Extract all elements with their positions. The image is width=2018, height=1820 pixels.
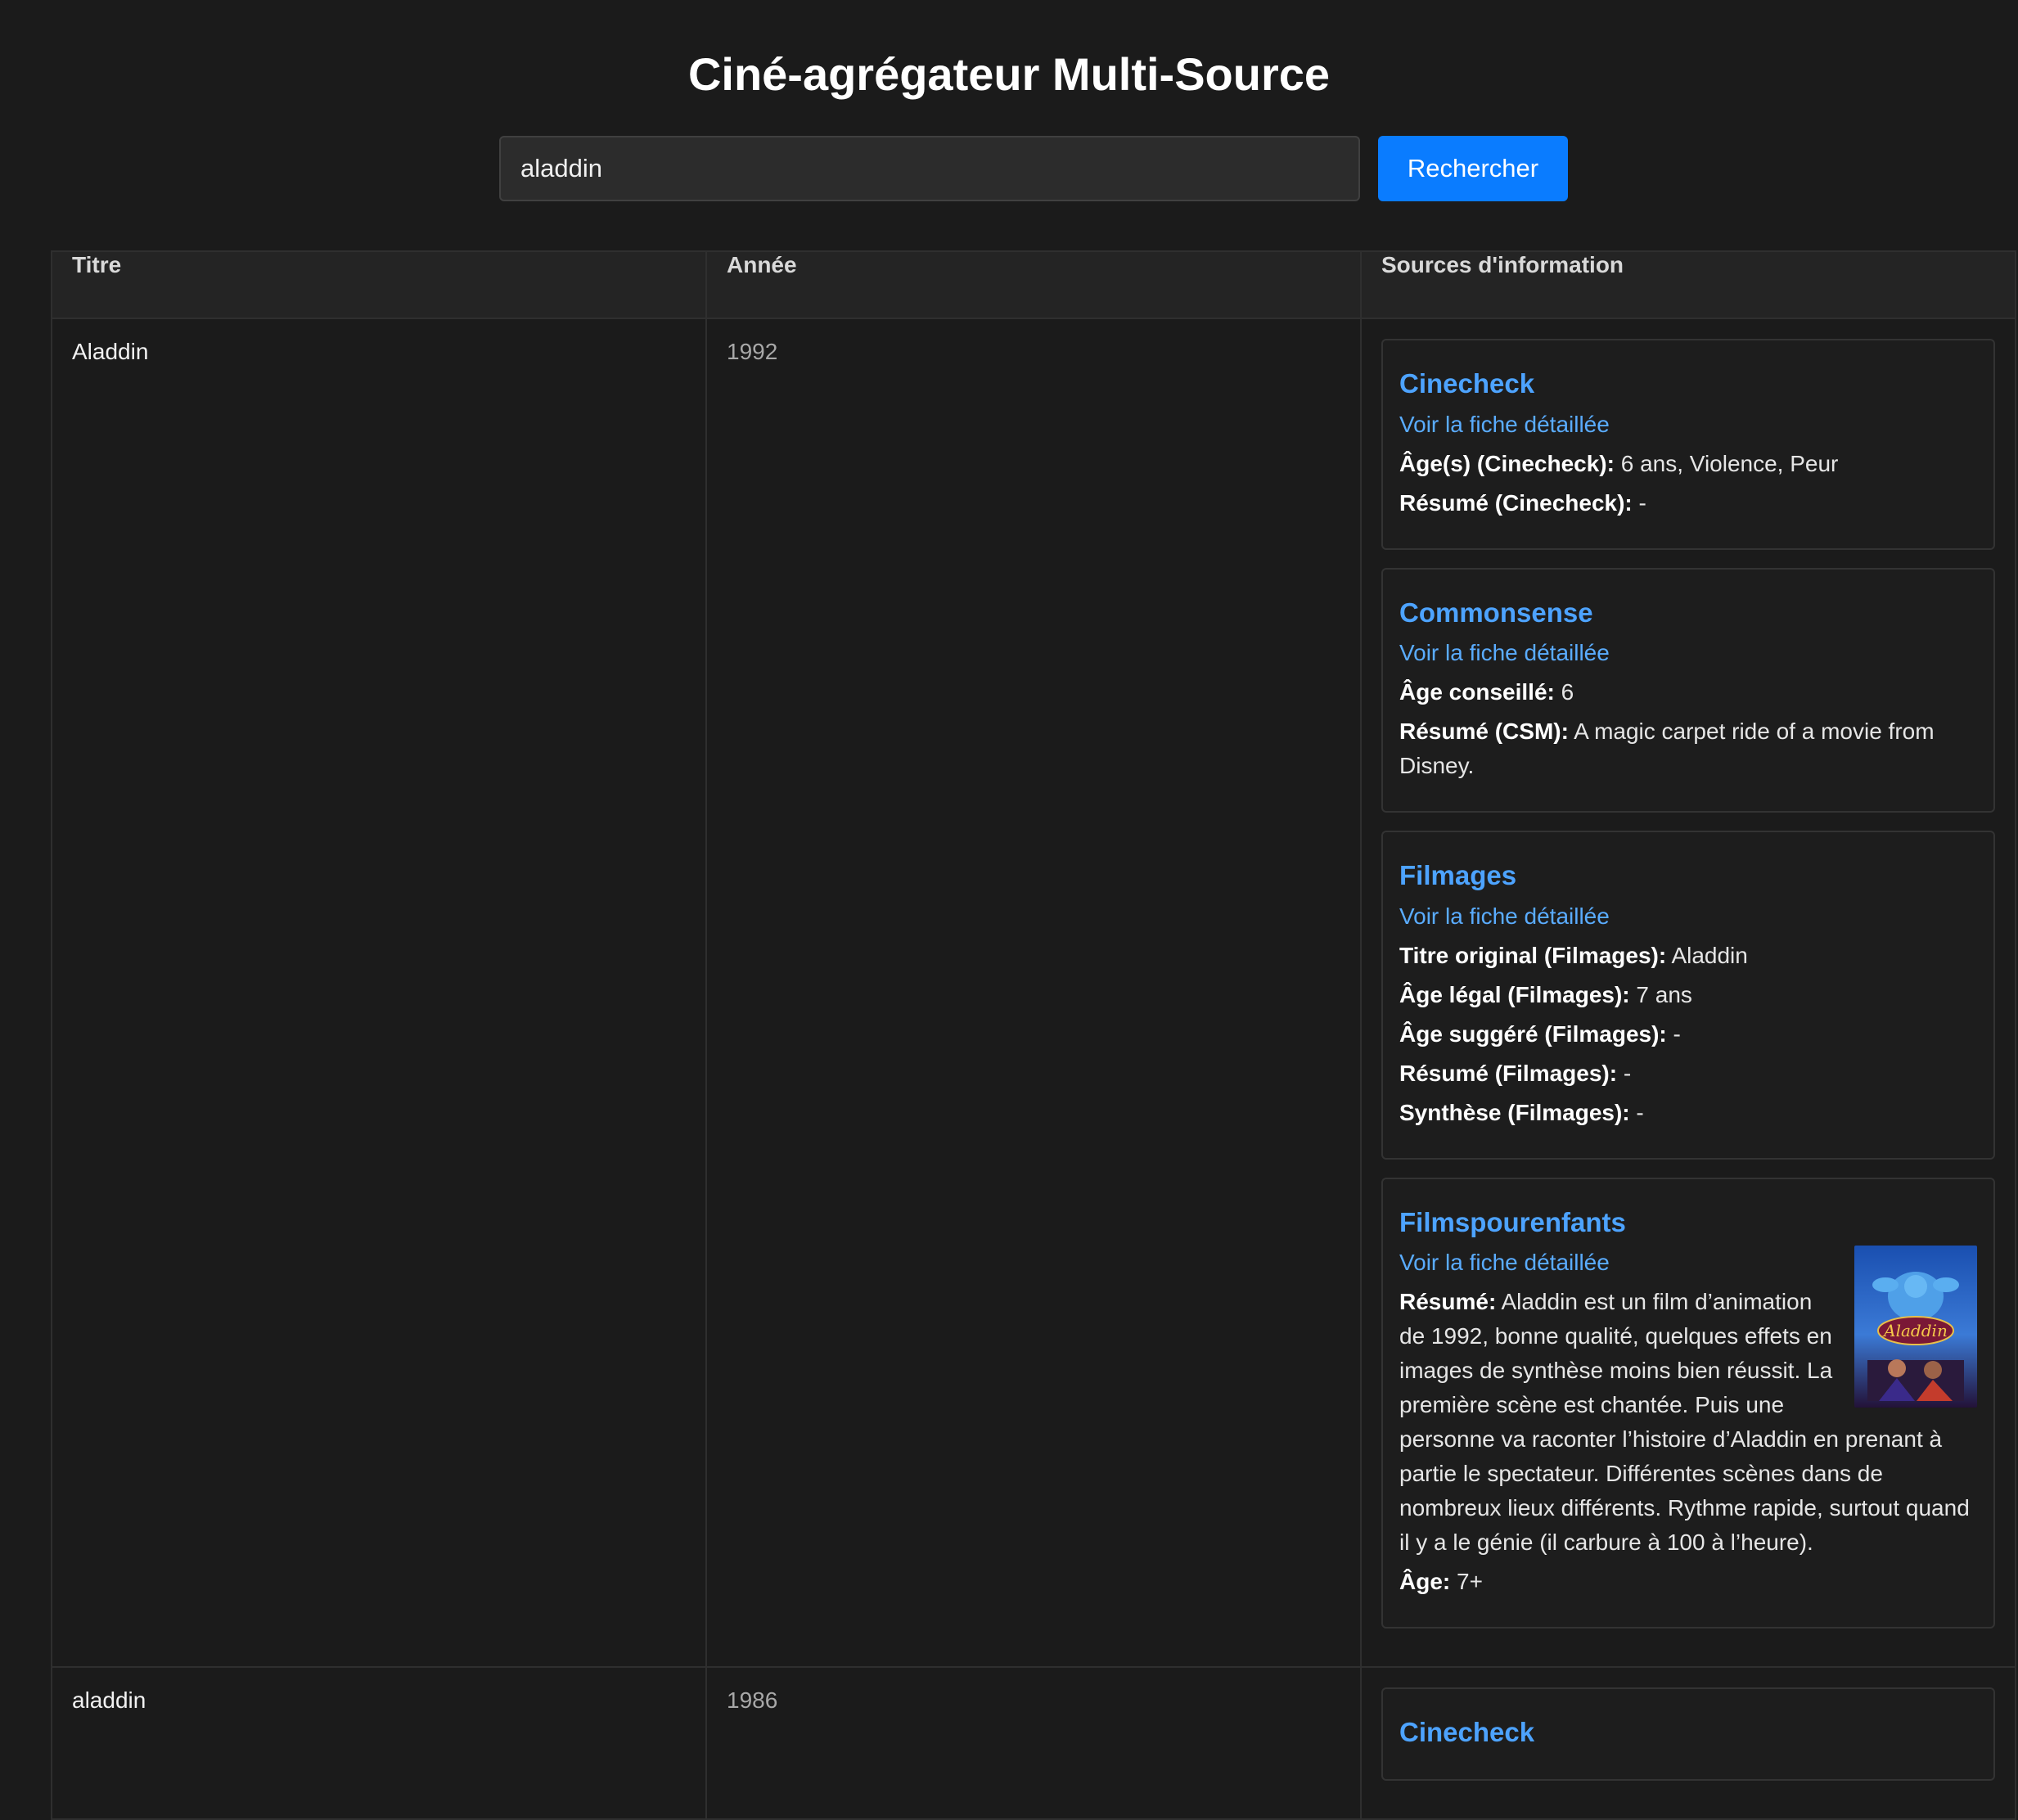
source-card-cinecheck: Cinecheck Voir la fiche détaillée Âge(s)…	[1381, 339, 1995, 550]
suggested-age-row: Âge suggéré (Filmages): -	[1399, 1017, 1977, 1052]
search-input[interactable]	[499, 136, 1360, 201]
table-header-row: Titre Année Sources d'information	[51, 250, 2016, 319]
age-label: Âge(s) (Cinecheck):	[1399, 450, 1615, 476]
header-title: Titre	[51, 250, 707, 319]
detail-link[interactable]: Voir la fiche détaillée	[1399, 636, 1977, 670]
summary-row: Résumé (Cinecheck): -	[1399, 486, 1977, 520]
table-row: aladdin 1986 Cinecheck	[51, 1666, 2016, 1820]
row-sources: Cinecheck Voir la fiche détaillée Âge(s)…	[1360, 318, 2016, 1668]
legal-age-value: 7 ans	[1629, 981, 1692, 1007]
summary-value: -	[1617, 1060, 1632, 1086]
legal-age-row: Âge légal (Filmages): 7 ans	[1399, 978, 1977, 1012]
synthesis-label: Synthèse (Filmages):	[1399, 1099, 1630, 1125]
source-name: Filmspourenfants	[1399, 1206, 1626, 1237]
age-row: Âge: 7+	[1399, 1565, 1977, 1599]
header-year: Année	[705, 250, 1362, 319]
original-title-row: Titre original (Filmages): Aladdin	[1399, 939, 1977, 973]
poster-image: Aladdin	[1854, 1246, 1977, 1408]
detail-link[interactable]: Voir la fiche détaillée	[1399, 408, 1977, 442]
summary-label: Résumé (Cinecheck):	[1399, 489, 1633, 516]
age-row: Âge conseillé: 6	[1399, 675, 1977, 710]
poster-title: Aladdin	[1882, 1321, 1948, 1340]
row-sources: Cinecheck	[1360, 1666, 2016, 1820]
suggested-age-value: -	[1666, 1020, 1681, 1047]
original-title-value: Aladdin	[1666, 942, 1748, 968]
summary-label: Résumé:	[1399, 1289, 1497, 1314]
summary-label: Résumé (CSM):	[1399, 719, 1569, 744]
source-card-filmspourenfants: Filmspourenfants Aladdin Voir la fiche d…	[1381, 1177, 1995, 1629]
suggested-age-label: Âge suggéré (Filmages):	[1399, 1020, 1667, 1047]
age-value: 7+	[1450, 1569, 1483, 1594]
row-title: aladdin	[51, 1666, 707, 1820]
source-card-commonsense: Commonsense Voir la fiche détaillée Âge …	[1381, 567, 1995, 813]
source-card-cinecheck: Cinecheck	[1381, 1687, 1995, 1781]
synthesis-value: -	[1629, 1099, 1644, 1125]
synthesis-row: Synthèse (Filmages): -	[1399, 1096, 1977, 1130]
movie-poster: Aladdin	[1854, 1246, 1977, 1408]
page: Ciné-agrégateur Multi-Source Rechercher …	[0, 0, 2018, 1820]
summary-label: Résumé (Filmages):	[1399, 1060, 1618, 1086]
age-label: Âge conseillé:	[1399, 679, 1555, 705]
source-name: Commonsense	[1399, 597, 1593, 628]
legal-age-label: Âge légal (Filmages):	[1399, 981, 1630, 1007]
results-table: Titre Année Sources d'information Aladdi…	[51, 250, 2016, 1820]
source-card-filmages: Filmages Voir la fiche détaillée Titre o…	[1381, 831, 1995, 1160]
source-name: Cinecheck	[1399, 368, 1535, 399]
search-button[interactable]: Rechercher	[1378, 136, 1568, 201]
row-year: 1986	[705, 1666, 1362, 1820]
search-bar: Rechercher	[499, 136, 1568, 201]
row-title: Aladdin	[51, 318, 707, 1668]
source-name: Cinecheck	[1399, 1717, 1535, 1747]
page-title: Ciné-agrégateur Multi-Source	[687, 48, 1331, 100]
table-row: Aladdin 1992 Cinecheck Voir la fiche dét…	[51, 318, 2016, 1668]
age-value: 6 ans, Violence, Peur	[1614, 450, 1839, 476]
original-title-label: Titre original (Filmages):	[1399, 942, 1667, 968]
detail-link[interactable]: Voir la fiche détaillée	[1399, 899, 1977, 934]
summary-value: -	[1632, 489, 1646, 516]
header-sources: Sources d'information	[1360, 250, 2016, 319]
summary-row: Résumé (CSM): A magic carpet ride of a m…	[1399, 714, 1977, 783]
age-label: Âge:	[1399, 1569, 1451, 1594]
age-value: 6	[1554, 679, 1574, 705]
summary-row: Résumé (Filmages): -	[1399, 1056, 1977, 1091]
source-name: Filmages	[1399, 860, 1517, 890]
row-year: 1992	[705, 318, 1362, 1668]
age-row: Âge(s) (Cinecheck): 6 ans, Violence, Peu…	[1399, 447, 1977, 481]
